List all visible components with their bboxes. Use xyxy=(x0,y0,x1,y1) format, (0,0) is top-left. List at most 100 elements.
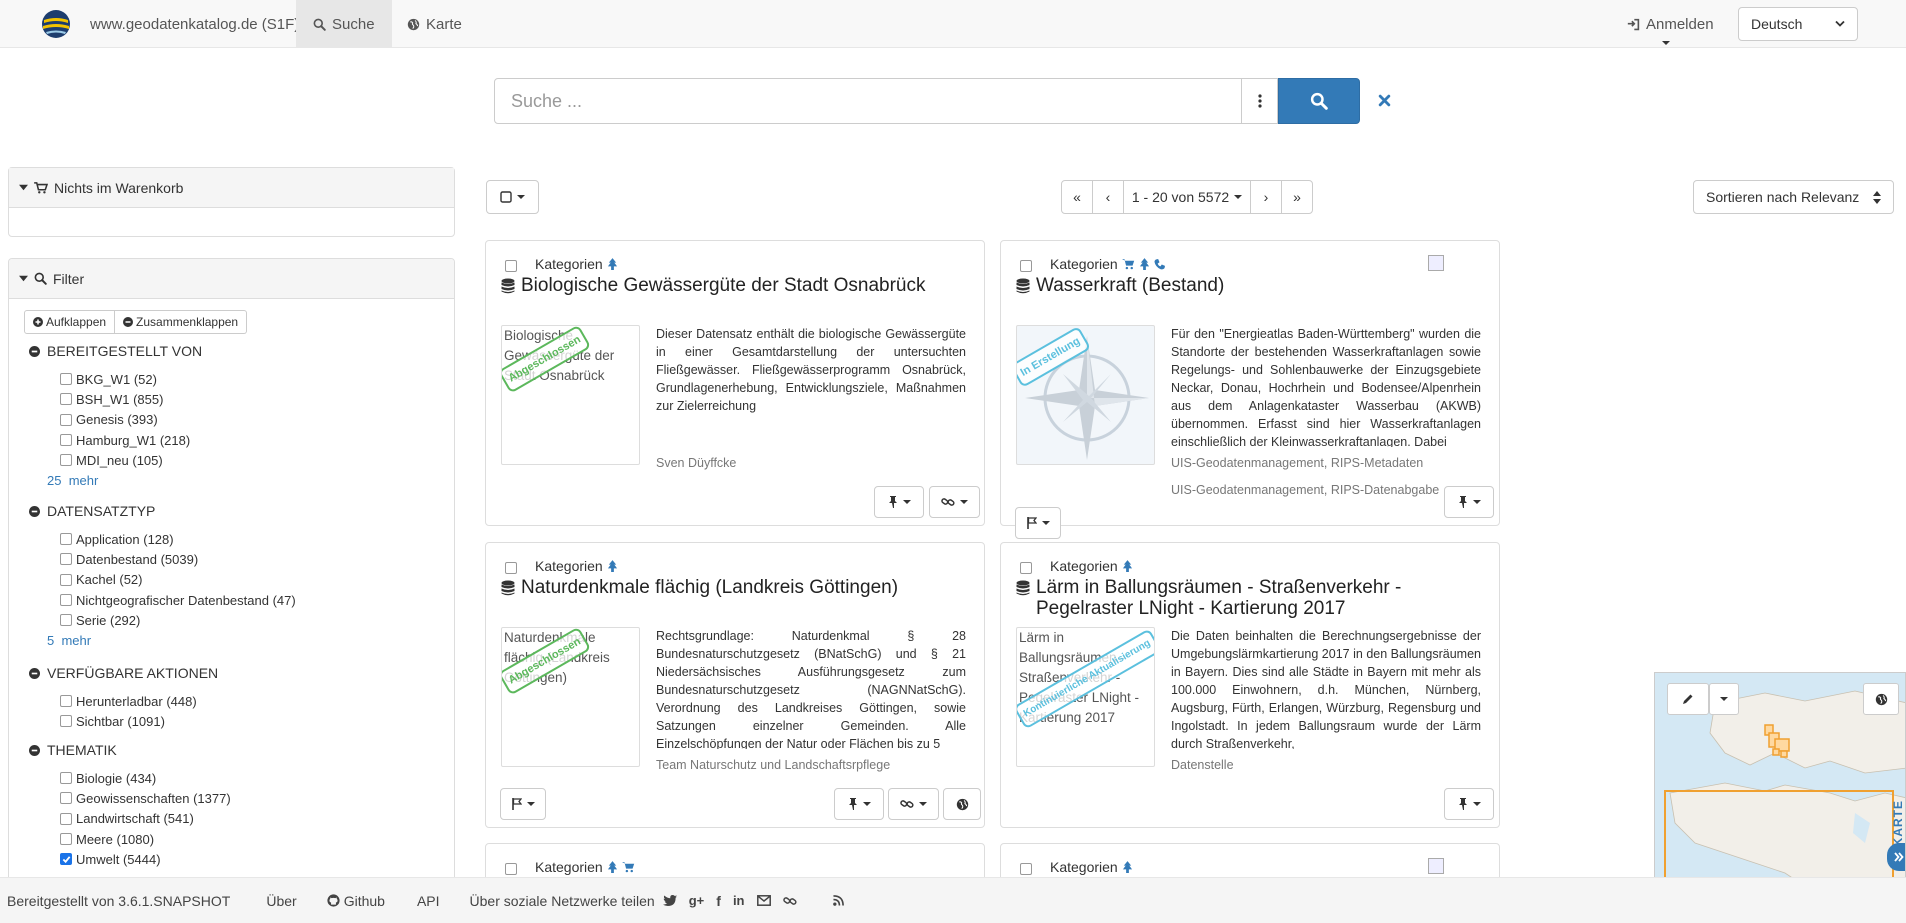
google-plus-icon[interactable]: g+ xyxy=(689,893,705,908)
result-thumbnail[interactable]: In Erstellung xyxy=(1016,325,1155,465)
draw-tool-dropdown[interactable] xyxy=(1709,683,1739,715)
checkbox[interactable] xyxy=(60,833,72,846)
facet-title[interactable]: THEMATIK xyxy=(29,740,117,760)
cart-panel-heading[interactable]: Nichts im Warenkorb xyxy=(9,168,454,208)
facet-more-link[interactable]: 25 mehr xyxy=(47,470,449,490)
result-checkbox[interactable] xyxy=(1020,260,1032,272)
pager-next[interactable]: › xyxy=(1250,180,1282,214)
facet-title[interactable]: VERFÜGBARE AKTIONEN xyxy=(29,663,218,683)
facet-option[interactable]: Umwelt (5444) xyxy=(60,849,449,869)
tab-search[interactable]: Suche xyxy=(296,0,392,48)
language-select[interactable]: Deutsch xyxy=(1738,7,1858,41)
facet-option[interactable]: Datenbestand (5039) xyxy=(60,549,449,569)
search-button[interactable] xyxy=(1278,78,1360,124)
facet-option[interactable]: Geowissenschaften (1377) xyxy=(60,788,449,808)
checkbox[interactable] xyxy=(60,393,72,406)
sort-dropdown[interactable]: Sortieren nach Relevanz xyxy=(1693,180,1894,214)
result-title[interactable]: Naturdenkmale flächig (Landkreis Götting… xyxy=(501,577,964,598)
result-checkbox[interactable] xyxy=(1020,863,1032,875)
draw-tool-button[interactable] xyxy=(1667,683,1709,715)
checkbox[interactable] xyxy=(60,594,72,607)
checkbox-checked[interactable] xyxy=(60,853,72,866)
checkbox[interactable] xyxy=(60,695,72,708)
rss-icon[interactable] xyxy=(832,895,844,906)
pin-dropdown-button[interactable] xyxy=(874,486,924,518)
checkbox[interactable] xyxy=(60,553,72,566)
expand-all-label: Aufklappen xyxy=(46,315,107,329)
checkbox[interactable] xyxy=(60,614,72,627)
facet-option[interactable]: Herunterladbar (448) xyxy=(60,691,449,711)
login-link[interactable]: Anmelden xyxy=(1610,0,1731,48)
checkbox[interactable] xyxy=(60,533,72,546)
result-thumbnail[interactable]: Naturdenkmale flächig (Landkreis Götting… xyxy=(501,627,640,767)
linkedin-icon[interactable]: in xyxy=(733,893,745,908)
facet-option[interactable]: Application (128) xyxy=(60,529,449,549)
checkbox[interactable] xyxy=(60,413,72,426)
collapse-all-button[interactable]: Zusammenklappen xyxy=(115,310,248,334)
checkbox[interactable] xyxy=(60,715,72,728)
select-all-dropdown[interactable] xyxy=(486,180,539,214)
show-on-map-button[interactable] xyxy=(943,788,981,820)
facet-option[interactable]: Sichtbar (1091) xyxy=(60,711,449,731)
facet-option[interactable]: BSH_W1 (855) xyxy=(60,389,449,409)
filter-panel-heading[interactable]: Filter xyxy=(9,259,454,299)
map-collapse-toggle[interactable] xyxy=(1887,843,1905,871)
checkbox[interactable] xyxy=(60,373,72,386)
clear-search-button[interactable] xyxy=(1374,90,1394,110)
checkbox[interactable] xyxy=(60,772,72,785)
result-checkbox[interactable] xyxy=(505,562,517,574)
login-caret-icon xyxy=(1662,41,1670,45)
checkbox[interactable] xyxy=(60,573,72,586)
checkbox[interactable] xyxy=(60,434,72,447)
checkbox[interactable] xyxy=(60,454,72,467)
pin-dropdown-button[interactable] xyxy=(1444,486,1494,518)
result-title[interactable]: Biologische Gewässergüte der Stadt Osnab… xyxy=(501,275,964,296)
result-checkbox[interactable] xyxy=(505,863,517,875)
link-dropdown-button[interactable] xyxy=(929,486,980,518)
facet-option[interactable]: Landwirtschaft (541) xyxy=(60,809,449,829)
footer-github-link[interactable]: Github xyxy=(327,893,385,909)
facet-option[interactable]: Biologie (434) xyxy=(60,768,449,788)
flag-dropdown-button[interactable] xyxy=(500,788,546,820)
pager-first[interactable]: « xyxy=(1061,180,1093,214)
map-globe-button[interactable] xyxy=(1863,683,1899,715)
result-title[interactable]: Wasserkraft (Bestand) xyxy=(1016,275,1479,296)
twitter-icon[interactable] xyxy=(662,894,677,907)
facet-option[interactable]: MDI_neu (105) xyxy=(60,450,449,470)
facebook-icon[interactable]: f xyxy=(716,893,721,909)
facet-title[interactable]: BEREITGESTELLT VON xyxy=(29,341,202,361)
pager-range-dropdown[interactable]: 1 - 20 von 5572 xyxy=(1123,180,1251,214)
brand[interactable]: www.geodatenkatalog.de (S1F) xyxy=(40,8,299,40)
facet-option[interactable]: BKG_W1 (52) xyxy=(60,369,449,389)
link-dropdown-button[interactable] xyxy=(888,788,939,820)
footer-api-link[interactable]: API xyxy=(417,893,440,909)
facet-option[interactable]: Kachel (52) xyxy=(60,570,449,590)
pager-last[interactable]: » xyxy=(1281,180,1313,214)
result-checkbox[interactable] xyxy=(505,260,517,272)
search-icon xyxy=(1310,92,1328,110)
checkbox[interactable] xyxy=(60,812,72,825)
pager-prev[interactable]: ‹ xyxy=(1092,180,1124,214)
facet-option[interactable]: Hamburg_W1 (218) xyxy=(60,430,449,450)
expand-all-button[interactable]: Aufklappen xyxy=(24,310,116,334)
result-thumbnail[interactable]: Lärm in Ballungsräumen - Straßenverkehr … xyxy=(1016,627,1155,767)
facet-title[interactable]: DATENSATZTYP xyxy=(29,501,155,521)
search-input[interactable]: Suche ... xyxy=(494,78,1242,124)
facet-more-link[interactable]: 5 mehr xyxy=(47,630,449,650)
checkbox[interactable] xyxy=(60,792,72,805)
result-title[interactable]: Lärm in Ballungsräumen - Straßenverkehr … xyxy=(1016,577,1479,619)
facet-option[interactable]: Serie (292) xyxy=(60,610,449,630)
flag-dropdown-button[interactable] xyxy=(1015,507,1061,539)
tab-map[interactable]: Karte xyxy=(390,0,479,48)
footer-about-link[interactable]: Über xyxy=(266,893,296,909)
facet-option[interactable]: Meere (1080) xyxy=(60,829,449,849)
search-options-button[interactable] xyxy=(1242,78,1278,124)
link-icon[interactable] xyxy=(782,895,797,907)
pin-dropdown-button[interactable] xyxy=(834,788,884,820)
facet-option[interactable]: Genesis (393) xyxy=(60,410,449,430)
pin-dropdown-button[interactable] xyxy=(1444,788,1494,820)
result-checkbox[interactable] xyxy=(1020,562,1032,574)
envelope-icon[interactable] xyxy=(756,895,771,906)
result-thumbnail[interactable]: Biologische Gewässergüte der Stadt Osnab… xyxy=(501,325,640,465)
facet-option[interactable]: Nichtgeografischer Datenbestand (47) xyxy=(60,590,449,610)
